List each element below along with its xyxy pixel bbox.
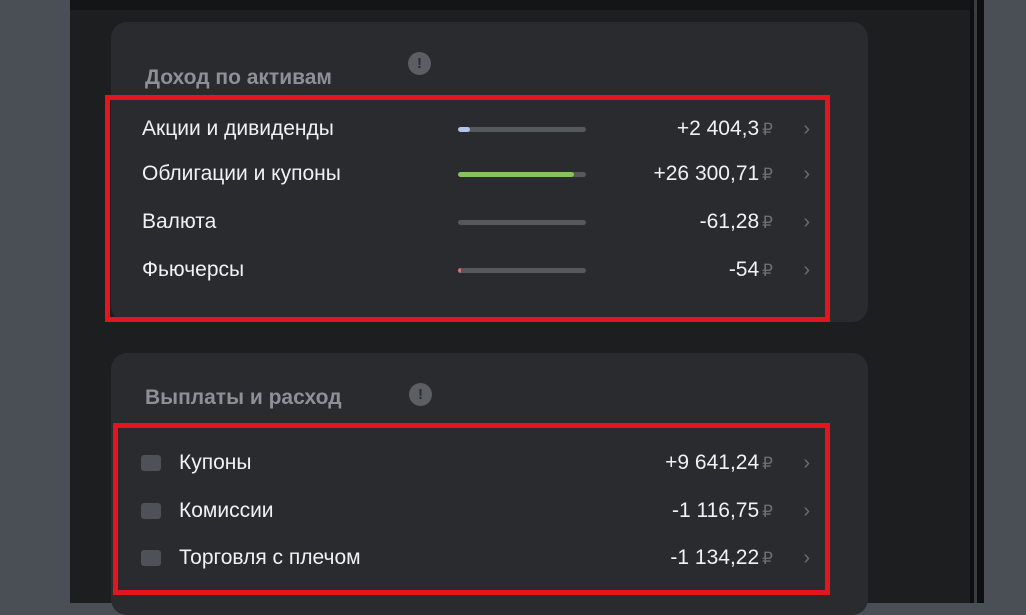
income-rows-highlight: [105, 95, 830, 322]
payout-rows-highlight: [113, 423, 830, 595]
info-icon[interactable]: !: [408, 52, 431, 75]
info-icon[interactable]: !: [409, 383, 432, 406]
right-gutter: [984, 0, 1026, 603]
right-divider: [970, 0, 984, 603]
top-strip: [70, 0, 970, 10]
payouts-card-title: Выплаты и расход: [145, 386, 342, 409]
left-gutter: [0, 0, 70, 603]
income-card-title: Доход по активам: [145, 66, 332, 89]
